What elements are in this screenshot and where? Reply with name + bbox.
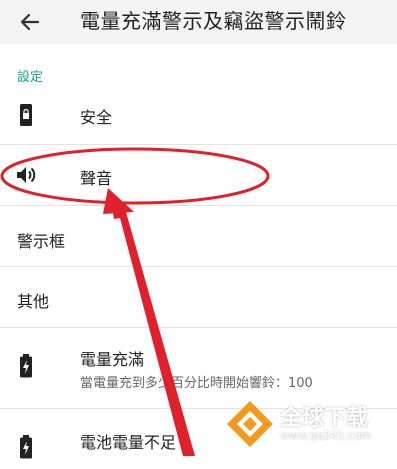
arrow-left-icon — [20, 13, 40, 31]
settings-item-label: 警示框 — [17, 232, 66, 251]
app-bar: 電量充滿警示及竊盜警示鬧鈴 — [0, 0, 397, 44]
speaker-icon — [14, 163, 38, 187]
settings-item-summary: 當電量充到多少百分比時開始響鈴：100 — [80, 376, 313, 391]
battery-charging-icon — [14, 435, 38, 459]
page-title: 電量充滿警示及竊盜警示鬧鈴 — [80, 9, 347, 33]
watermark: 全球下载 www.qq241.com — [222, 394, 397, 454]
battery-charging-icon — [14, 354, 38, 378]
settings-item-alert-box[interactable]: 警示框 — [0, 206, 397, 267]
settings-item-label: 電量充滿 — [80, 350, 145, 369]
watermark-url: www.qq241.com — [280, 429, 372, 442]
settings-item-label: 電池電量不足 — [80, 433, 177, 452]
settings-item-other[interactable]: 其他 — [0, 267, 397, 328]
section-header-settings: 設定 — [17, 70, 44, 85]
settings-item-label: 其他 — [17, 292, 50, 311]
settings-item-label: 安全 — [80, 108, 113, 127]
watermark-text: 全球下载 — [280, 406, 369, 431]
settings-item-label: 聲音 — [80, 169, 113, 188]
qq241-logo-icon — [227, 401, 273, 447]
back-button[interactable] — [12, 6, 48, 38]
settings-item-security[interactable]: 安全 — [0, 86, 397, 145]
settings-item-sound[interactable]: 聲音 — [0, 145, 397, 206]
phone-lock-icon — [14, 103, 38, 127]
